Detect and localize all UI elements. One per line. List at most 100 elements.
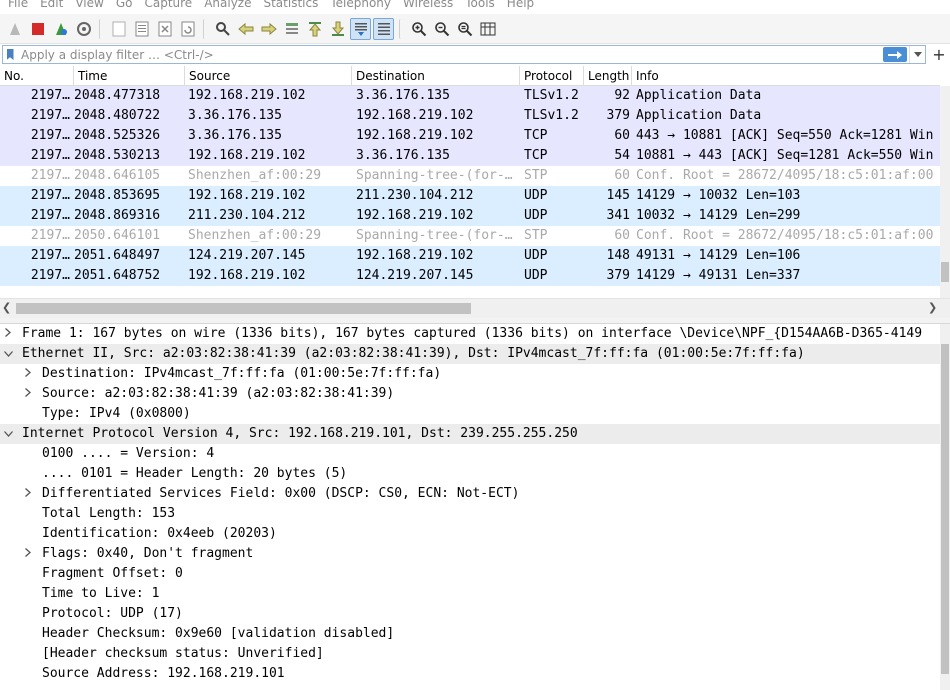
packet-row[interactable]: 2197… 2048.646105 Shenzhen_af:00:29 Spannin… <box>0 166 940 186</box>
detail-tree-item[interactable]: Frame 1: 167 bytes on wire (1336 bits), … <box>0 324 940 344</box>
cell-length: 341 <box>606 208 630 223</box>
chevron-down-icon[interactable] <box>2 424 14 444</box>
detail-tree-item[interactable]: .... 0101 = Header Length: 20 bytes (5) <box>0 464 940 484</box>
detail-tree-item[interactable]: Internet Protocol Version 4, Src: 192.16… <box>0 424 940 444</box>
packet-row[interactable]: 2197… 2050.646101 Shenzhen_af:00:29 Spannin… <box>0 226 940 246</box>
packet-row[interactable]: 2197… 2048.477318 192.168.219.102 3.36.176.… <box>0 86 940 106</box>
detail-tree-item[interactable]: Ethernet II, Src: a2:03:82:38:41:39 (a2:… <box>0 344 940 364</box>
menu-help[interactable]: Help <box>503 0 542 12</box>
detail-tree-item[interactable]: Total Length: 153 <box>0 504 940 524</box>
resize-columns-icon[interactable] <box>477 18 498 40</box>
display-filter-input[interactable] <box>17 47 883 62</box>
colorize-icon[interactable] <box>373 17 394 40</box>
packet-row[interactable]: 2197… 2048.530213 192.168.219.102 3.36.176.… <box>0 146 940 166</box>
chevron-right-icon[interactable] <box>22 384 34 404</box>
packet-list-hscrollbar[interactable]: ❮ ❯ <box>0 298 950 318</box>
detail-text: Type: IPv4 (0x0800) <box>42 406 191 421</box>
packet-row[interactable]: 2197… 2048.480722 3.36.176.135 192.168.219.… <box>0 106 940 126</box>
close-file-icon[interactable] <box>154 18 175 40</box>
chevron-right-icon[interactable] <box>22 544 34 564</box>
chevron-right-icon[interactable] <box>2 324 14 344</box>
scroll-left-icon[interactable]: ❮ <box>2 301 11 314</box>
detail-tree-item[interactable]: Destination: IPv4mcast_7f:ff:fa (01:00:5… <box>0 364 940 384</box>
menu-telephony[interactable]: Telephony <box>326 0 399 12</box>
column-header-destination[interactable]: Destination <box>352 66 520 86</box>
reload-file-icon[interactable] <box>177 18 198 40</box>
detail-tree-item[interactable]: [Header checksum status: Unverified] <box>0 644 940 664</box>
cell-no: 2197… <box>30 88 70 103</box>
cell-protocol: TCP <box>524 148 548 163</box>
menu-go[interactable]: Go <box>112 0 141 12</box>
scroll-thumb[interactable] <box>941 344 949 674</box>
cell-no: 2197… <box>30 128 70 143</box>
chevron-down-icon[interactable] <box>2 344 14 364</box>
packet-row[interactable]: 2197… 2048.853695 192.168.219.102 211.230.1… <box>0 186 940 206</box>
detail-text: Flags: 0x40, Don't fragment <box>42 546 254 561</box>
open-file-icon[interactable] <box>108 18 129 40</box>
detail-tree-item[interactable]: 0100 .... = Version: 4 <box>0 444 940 464</box>
go-forward-icon[interactable] <box>258 18 279 40</box>
detail-tree-item[interactable]: Protocol: UDP (17) <box>0 604 940 624</box>
menu-tools[interactable]: Tools <box>461 0 503 12</box>
menu-analyze[interactable]: Analyze <box>200 0 259 12</box>
column-header-time[interactable]: Time <box>74 66 185 86</box>
bookmark-icon[interactable] <box>3 46 17 63</box>
zoom-reset-icon[interactable] <box>454 18 475 40</box>
apply-filter-button[interactable] <box>883 47 907 62</box>
cell-source: 192.168.219.102 <box>188 88 306 103</box>
column-header-protocol[interactable]: Protocol <box>520 66 584 86</box>
detail-tree-item[interactable]: Source: a2:03:82:38:41:39 (a2:03:82:38:4… <box>0 384 940 404</box>
menu-view[interactable]: View <box>71 0 111 12</box>
chevron-right-icon[interactable] <box>22 364 34 384</box>
detail-text: .... 0101 = Header Length: 20 bytes (5) <box>42 466 348 481</box>
packet-row[interactable]: 2197… 2048.525326 3.36.176.135 192.168.219.… <box>0 126 940 146</box>
detail-tree-item[interactable]: Type: IPv4 (0x0800) <box>0 404 940 424</box>
add-filter-button[interactable]: + <box>930 45 948 64</box>
go-first-packet-icon[interactable] <box>304 18 325 40</box>
details-vscrollbar[interactable] <box>940 324 950 690</box>
packet-row[interactable]: 2197… 2051.648752 192.168.219.102 124.219.2… <box>0 266 940 286</box>
cell-no: 2197… <box>30 108 70 123</box>
go-back-icon[interactable] <box>235 18 256 40</box>
menu-edit[interactable]: Edit <box>36 0 71 12</box>
auto-scroll-icon[interactable] <box>350 17 371 40</box>
cell-info: Application Data <box>636 88 762 103</box>
detail-tree-item[interactable]: Identification: 0x4eeb (20203) <box>0 524 940 544</box>
menu-statistics[interactable]: Statistics <box>259 0 326 12</box>
menu-capture[interactable]: Capture <box>140 0 200 12</box>
column-header-info[interactable]: Info <box>632 66 940 86</box>
column-header-source[interactable]: Source <box>185 66 352 86</box>
restart-capture-icon[interactable] <box>50 18 71 40</box>
save-file-icon[interactable] <box>131 18 152 40</box>
detail-tree-item[interactable]: Header Checksum: 0x9e60 [validation disa… <box>0 624 940 644</box>
menu-bar: File Edit View Go Capture Analyze Statis… <box>0 0 950 12</box>
find-packet-icon[interactable] <box>212 18 233 40</box>
column-header-length[interactable]: Length <box>584 66 632 86</box>
packet-list-vscrollbar[interactable] <box>940 86 950 298</box>
zoom-in-icon[interactable] <box>408 18 429 40</box>
capture-options-icon[interactable] <box>73 18 94 40</box>
detail-tree-item[interactable]: Differentiated Services Field: 0x00 (DSC… <box>0 484 940 504</box>
scroll-thumb[interactable] <box>16 303 471 314</box>
go-to-packet-icon[interactable] <box>281 18 302 40</box>
packet-row[interactable]: 2197… 2048.869316 211.230.104.212 192.168.2… <box>0 206 940 226</box>
filter-history-dropdown[interactable] <box>909 46 925 63</box>
menu-wireless[interactable]: Wireless <box>399 0 461 12</box>
cell-protocol: UDP <box>524 268 548 283</box>
zoom-out-icon[interactable] <box>431 18 452 40</box>
stop-capture-icon[interactable] <box>27 18 48 40</box>
detail-tree-item[interactable]: Fragment Offset: 0 <box>0 564 940 584</box>
start-capture-icon[interactable] <box>4 18 25 40</box>
menu-file[interactable]: File <box>4 0 36 12</box>
chevron-right-icon[interactable] <box>22 484 34 504</box>
scroll-right-icon[interactable]: ❯ <box>928 301 937 314</box>
cell-source: 192.168.219.102 <box>188 268 306 283</box>
go-last-packet-icon[interactable] <box>327 18 348 40</box>
column-header-no[interactable]: No. <box>0 66 74 86</box>
detail-tree-item[interactable]: Time to Live: 1 <box>0 584 940 604</box>
scroll-thumb[interactable] <box>941 262 949 282</box>
detail-tree-item[interactable]: Source Address: 192.168.219.101 <box>0 664 940 684</box>
detail-tree-item[interactable]: Flags: 0x40, Don't fragment <box>0 544 940 564</box>
packet-row[interactable]: 2197… 2051.648497 124.219.207.145 192.168.2… <box>0 246 940 266</box>
cell-info: 10881 → 443 [ACK] Seq=1281 Ack=550 Win <box>636 148 934 163</box>
